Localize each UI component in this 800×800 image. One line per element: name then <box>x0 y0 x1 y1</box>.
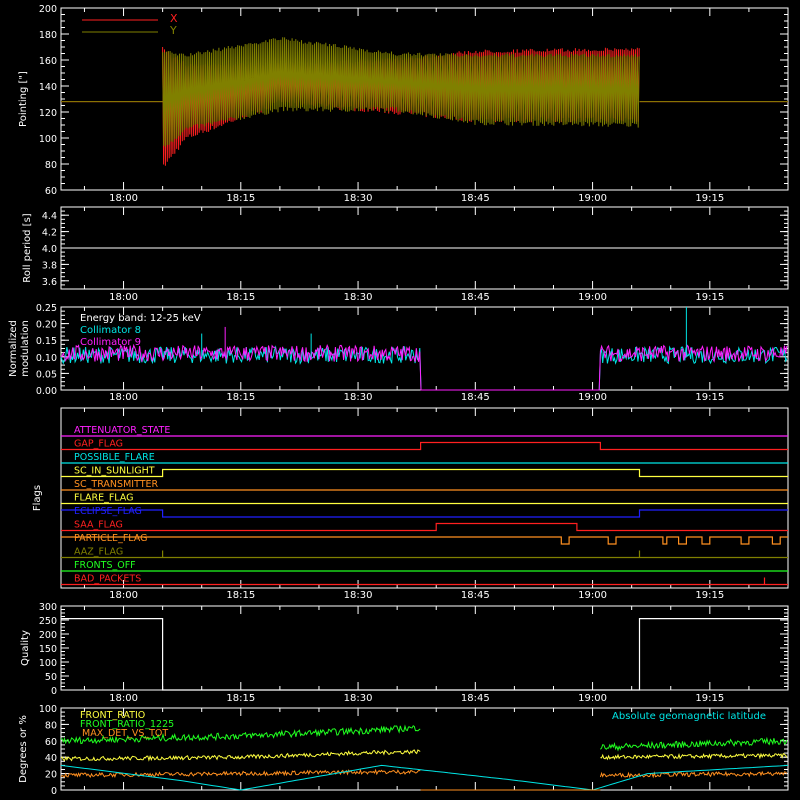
x-tick-label: 19:00 <box>578 292 607 303</box>
flags-ylabel: Flags <box>32 485 43 511</box>
y-tick-label: 140 <box>39 82 57 93</box>
x-tick-label: 19:15 <box>695 392 724 403</box>
y-tick-label: 3.8 <box>42 260 57 271</box>
x-tick-label: 18:15 <box>226 292 255 303</box>
flag-bad-packets-label: BAD_PACKETS <box>74 574 141 585</box>
y-tick-label: 60 <box>45 737 57 748</box>
modulation-ylabel-line2: modulation <box>20 320 31 377</box>
x-tick-label: 18:15 <box>226 693 255 704</box>
y-tick-label: 60 <box>45 186 57 197</box>
y-tick-label: 0.20 <box>36 320 57 331</box>
y-tick-label: 100 <box>39 658 57 669</box>
legend-Collimator-8: Collimator 8 <box>80 325 141 336</box>
y-tick-label: 4.4 <box>42 211 57 222</box>
x-tick-label: 18:15 <box>226 392 255 403</box>
pointing-ylabel: Pointing ["] <box>18 71 29 127</box>
flag-possible-flare-label: POSSIBLE_FLARE <box>74 452 155 463</box>
flag-flare-flag-label: FLARE_FLAG <box>74 493 134 504</box>
y-tick-label: 50 <box>45 672 57 683</box>
x-tick-label: 18:30 <box>344 590 373 601</box>
flag-attenuator-state-label: ATTENUATOR_STATE <box>74 425 170 436</box>
y-tick-label: 0.05 <box>36 369 57 380</box>
roll-period-ylabel: Roll period [s] <box>22 213 33 282</box>
x-tick-label: 19:00 <box>578 590 607 601</box>
x-tick-label: 18:00 <box>109 693 138 704</box>
x-tick-label: 18:00 <box>109 193 138 204</box>
y-tick-label: 4.2 <box>42 228 57 239</box>
x-tick-label: 18:45 <box>461 693 490 704</box>
y-tick-label: 200 <box>39 4 57 15</box>
flag-sc-in-sunlight-label: SC_IN_SUNLIGHT <box>74 466 155 477</box>
y-tick-label: 250 <box>39 616 57 627</box>
y-tick-label: 0.10 <box>36 353 57 364</box>
y-tick-label: 0.25 <box>36 303 57 314</box>
x-tick-label: 18:30 <box>344 392 373 403</box>
energy-band-label: Energy band: 12-25 keV <box>80 313 201 324</box>
y-tick-label: 0.00 <box>36 386 57 397</box>
y-tick-label: 120 <box>39 108 57 119</box>
y-tick-label: 3.6 <box>42 277 57 288</box>
chart-canvas: 18:00 18:15 18:30 18:45 19:00 19:15 60 80 100 120… <box>0 0 800 800</box>
legend-Collimator-9: Collimator 9 <box>80 337 141 348</box>
y-tick-label: 20 <box>45 770 57 781</box>
x-tick-label: 18:45 <box>461 292 490 303</box>
x-tick-label: 18:45 <box>461 193 490 204</box>
y-tick-label: 300 <box>39 602 57 613</box>
modulation-ylabel-line1: Normalized <box>8 320 19 377</box>
flag-gap-flag-label: GAP_FLAG <box>74 439 123 450</box>
x-tick-label: 19:00 <box>578 693 607 704</box>
x-tick-label: 18:45 <box>461 392 490 403</box>
flag-sc-transmitter-label: SC_TRANSMITTER <box>74 479 159 490</box>
flag-fronts-off-label: FRONTS_OFF <box>74 560 136 571</box>
y-tick-label: 0.15 <box>36 336 57 347</box>
x-tick-label: 18:00 <box>109 292 138 303</box>
x-tick-label: 19:00 <box>578 392 607 403</box>
y-tick-label: 180 <box>39 30 57 41</box>
x-tick-label: 18:30 <box>344 193 373 204</box>
flag-saa-flag-label: SAA_FLAG <box>74 520 123 531</box>
flag-aaz-flag-label: AAZ_FLAG <box>74 547 123 558</box>
x-tick-label: 18:30 <box>344 292 373 303</box>
x-tick-label: 19:15 <box>695 193 724 204</box>
x-tick-label: 19:15 <box>695 590 724 601</box>
x-tick-label: 18:00 <box>109 590 138 601</box>
flag-eclipse-flag-label: ECLIPSE_FLAG <box>74 506 142 517</box>
ratios-ylabel: Degrees or % <box>18 715 29 783</box>
legend-geomagnetic-latitude: Absolute geomagnetic latitude <box>612 711 766 722</box>
x-tick-label: 18:15 <box>226 193 255 204</box>
y-tick-label: 80 <box>45 720 57 731</box>
x-tick-label: 19:15 <box>695 292 724 303</box>
y-tick-label: 200 <box>39 630 57 641</box>
x-tick-label: 19:15 <box>695 693 724 704</box>
y-tick-label: 80 <box>45 160 57 171</box>
y-tick-label: 0 <box>51 686 57 697</box>
y-tick-label: 150 <box>39 644 57 655</box>
x-tick-label: 18:30 <box>344 693 373 704</box>
x-tick-label: 18:45 <box>461 590 490 601</box>
y-tick-label: 100 <box>39 704 57 715</box>
quality-ylabel: Quality <box>20 630 31 666</box>
legend-max-det-vs-tot: MAX_DET_VS_TOT <box>82 728 168 739</box>
y-tick-label: 0 <box>51 786 57 797</box>
x-tick-label: 18:15 <box>226 590 255 601</box>
flag-particle-flag-label: PARTICLE_FLAG <box>74 533 147 544</box>
x-tick-label: 19:00 <box>578 193 607 204</box>
legend-Y-label: Y <box>169 24 177 37</box>
y-tick-label: 4.0 <box>42 244 57 255</box>
y-tick-label: 100 <box>39 134 57 145</box>
y-tick-label: 160 <box>39 56 57 67</box>
x-tick-label: 18:00 <box>109 392 138 403</box>
y-tick-label: 40 <box>45 753 57 764</box>
